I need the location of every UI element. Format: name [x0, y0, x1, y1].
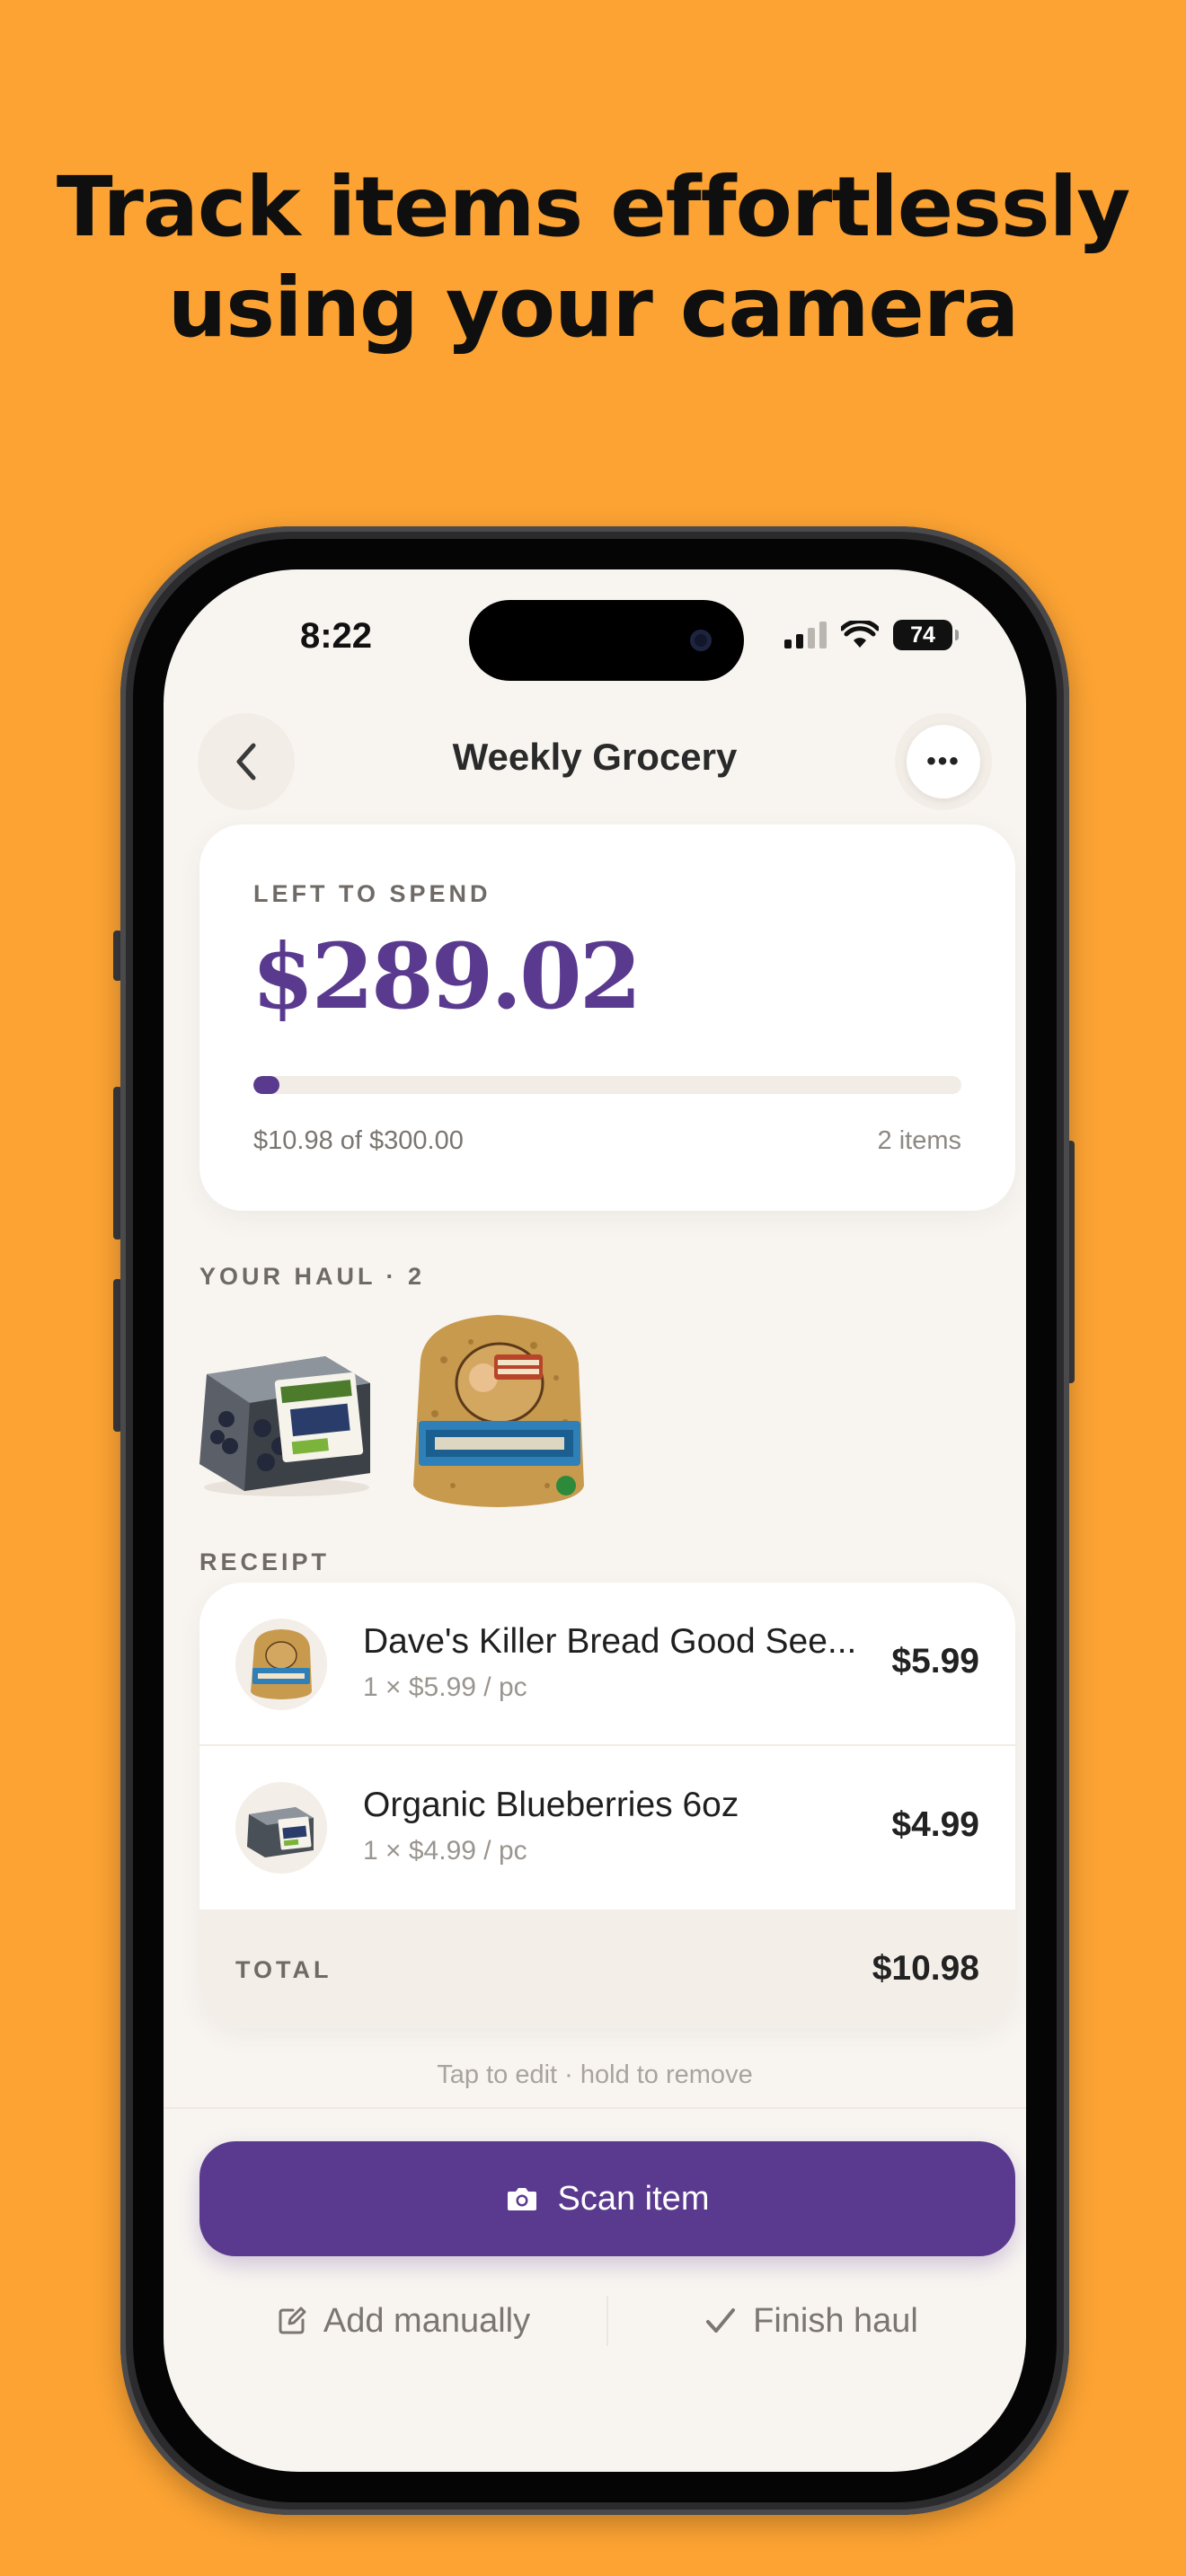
more-options-button[interactable]: •••: [895, 713, 992, 810]
receipt-item-detail: 1 × $5.99 / pc: [363, 1672, 527, 1702]
receipt-row[interactable]: Organic Blueberries 6oz 1 × $4.99 / pc $…: [199, 1746, 1015, 1910]
add-manually-button[interactable]: Add manually: [199, 2276, 607, 2366]
app-screen: 8:22 74 Weekly Grocery ••• LEFT TO SPEND…: [164, 569, 1026, 2472]
budget-progress-bar: [253, 1076, 961, 1094]
status-icons: 74: [784, 620, 959, 650]
receipt-item-price: $5.99: [891, 1642, 979, 1681]
scan-item-label: Scan item: [557, 2179, 710, 2218]
add-manually-label: Add manually: [323, 2301, 531, 2340]
receipt-total-row: TOTAL $10.98: [199, 1910, 1015, 2028]
budget-label: LEFT TO SPEND: [253, 880, 491, 907]
receipt-item-name: Dave's Killer Bread Good See...: [363, 1622, 857, 1661]
receipt-item-price: $4.99: [891, 1805, 979, 1844]
budget-card: LEFT TO SPEND $289.02 $10.98 of $300.00 …: [199, 825, 1015, 1211]
edit-hint: Tap to edit · hold to remove: [437, 2060, 753, 2089]
headline-line-1: Track items effortlessly: [56, 159, 1130, 255]
phone-frame: 8:22 74 Weekly Grocery ••• LEFT TO SPEND…: [120, 526, 1069, 2515]
dynamic-island: [469, 600, 744, 681]
scan-item-button[interactable]: Scan item: [199, 2141, 1015, 2256]
checkmark-icon: [706, 2308, 736, 2333]
bread-package-image: [251, 1629, 312, 1699]
phone-bezel: 8:22 74 Weekly Grocery ••• LEFT TO SPEND…: [133, 539, 1057, 2502]
budget-item-count: 2 items: [877, 1126, 961, 1155]
total-label: TOTAL: [235, 1956, 332, 1983]
page-title: Weekly Grocery: [452, 736, 738, 778]
total-value: $10.98: [872, 1949, 979, 1988]
camera-icon: [507, 2188, 536, 2210]
budget-remaining-amount: $289.02: [252, 923, 642, 1029]
haul-item-blueberries[interactable]: [190, 1320, 383, 1513]
blueberries-package-image: [247, 1807, 314, 1857]
edit-icon: [279, 2307, 306, 2334]
divider: [164, 2107, 1026, 2109]
receipt-section-label: RECEIPT: [199, 1548, 331, 1575]
secondary-actions: Add manually Finish haul: [199, 2276, 1015, 2366]
blueberries-package-image: [199, 1356, 370, 1496]
haul-item-bread[interactable]: [399, 1306, 598, 1518]
app-store-screenshot: Track items effortlessly using your came…: [0, 0, 1186, 2576]
bread-package-image: [413, 1315, 584, 1507]
receipt-item-name: Organic Blueberries 6oz: [363, 1786, 739, 1824]
back-button[interactable]: [198, 713, 295, 810]
status-time: 8:22: [299, 616, 373, 656]
receipt-item-detail: 1 × $4.99 / pc: [363, 1836, 527, 1866]
battery-level: 74: [910, 622, 935, 648]
finish-haul-button[interactable]: Finish haul: [607, 2276, 1015, 2366]
receipt-row[interactable]: Dave's Killer Bread Good See... 1 × $5.9…: [199, 1583, 1015, 1746]
blueberries-thumbnail: [235, 1782, 327, 1874]
ellipsis-icon: •••: [907, 725, 980, 798]
headline-line-2: using your camera: [167, 260, 1020, 356]
bread-thumbnail: [235, 1619, 327, 1710]
receipt-card: Dave's Killer Bread Good See... 1 × $5.9…: [199, 1583, 1015, 2028]
finish-haul-label: Finish haul: [753, 2301, 918, 2340]
haul-section-label: YOUR HAUL · 2: [199, 1263, 426, 1290]
cellular-signal-icon: [784, 622, 827, 648]
front-camera-icon: [690, 630, 712, 651]
budget-spent-text: $10.98 of $300.00: [253, 1126, 464, 1155]
headline: Track items effortlessly using your came…: [0, 157, 1186, 358]
battery-icon: 74: [893, 620, 959, 650]
wifi-icon: [841, 621, 879, 648]
chevron-left-icon: [236, 743, 256, 781]
budget-progress-fill: [253, 1076, 279, 1094]
